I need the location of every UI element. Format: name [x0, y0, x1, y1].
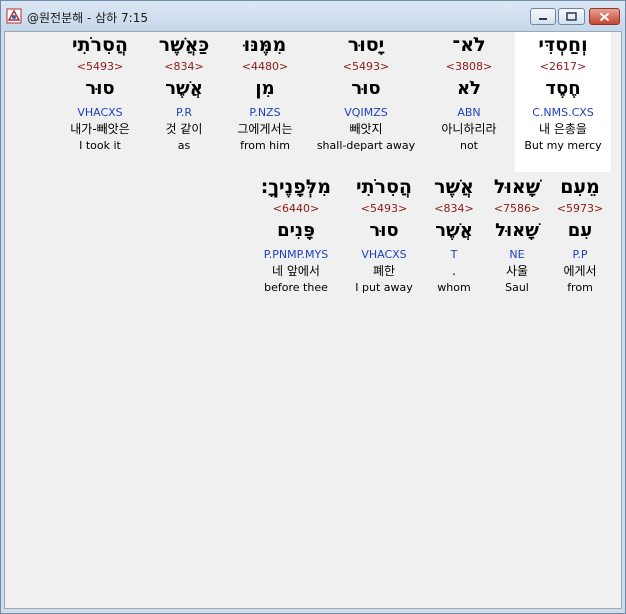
- korean-gloss: 내가-빼앗은: [70, 122, 130, 136]
- main-window: @원전분해 - 삼하 7:15 הֲסִרֹתִי <5493> סוּר VH…: [0, 0, 626, 614]
- english-gloss: I put away: [355, 281, 413, 294]
- strong-number[interactable]: <5493>: [64, 59, 136, 74]
- hebrew-word: מֵעִם: [560, 176, 600, 198]
- app-icon: [6, 8, 22, 24]
- korean-gloss: .: [452, 264, 456, 278]
- morphology-code: T: [450, 248, 458, 261]
- morphology-code: VQIMZS: [344, 106, 388, 119]
- english-gloss: shall-depart away: [316, 139, 416, 152]
- close-icon: [599, 12, 610, 21]
- word-cell[interactable]: אֲשֶׁר <834> אֲשֶׁר T . whom: [427, 174, 481, 296]
- morphology-code: P.NZS: [249, 106, 281, 119]
- window-title: @원전분해 - 삼하 7:15: [27, 11, 148, 25]
- lemma: אֲשֶׁר: [435, 220, 473, 241]
- minimize-button[interactable]: [530, 8, 556, 25]
- strong-number[interactable]: <6440>: [251, 201, 341, 216]
- close-button[interactable]: [589, 8, 620, 25]
- strong-number[interactable]: <5973>: [553, 201, 607, 216]
- korean-gloss: 그에게서는: [237, 122, 293, 136]
- lemma: עִם: [567, 220, 593, 241]
- hebrew-word: הֲסִרֹתִי: [72, 34, 128, 56]
- morphology-code: C.NMS.CXS: [532, 106, 594, 119]
- word-cell-selected[interactable]: וְחַסְדִּי <2617> חֶסֶד C.NMS.CXS 내 은총을 …: [515, 32, 611, 172]
- word-cell[interactable]: שָׁאוּל <7586> שָׁאוּל NE 사울 Saul: [487, 174, 547, 296]
- word-cell[interactable]: מִמֶּנּוּ <4480> מִן P.NZS 그에게서는 from hi…: [227, 32, 303, 154]
- hebrew-word: שָׁאוּל: [493, 176, 541, 198]
- english-gloss: Saul: [505, 281, 529, 294]
- word-cell[interactable]: הֲסִרֹתִי <5493> סוּר VHACXS 내가-빼앗은 I to…: [64, 32, 136, 154]
- korean-gloss: 내 은총을: [539, 122, 587, 136]
- lemma: אֲשֶׁר: [165, 78, 203, 99]
- lemma: סוּר: [85, 78, 115, 99]
- strong-number[interactable]: <834>: [149, 59, 219, 74]
- morphology-code: VHACXS: [361, 248, 407, 261]
- korean-gloss: 것 같이: [165, 122, 203, 136]
- korean-gloss: 네 앞에서: [272, 264, 320, 278]
- lemma: חֶסֶד: [545, 78, 581, 99]
- korean-gloss: 사울: [505, 264, 529, 278]
- hebrew-word: לֹא־: [452, 34, 486, 56]
- hebrew-word: הֲסִרֹתִי: [356, 176, 412, 198]
- hebrew-word: מִמֶּנּוּ: [243, 34, 287, 56]
- word-cell[interactable]: מִלְּפָנֶיךָ׃ <6440> פָּנִים P.PNMP.MYS …: [251, 174, 341, 296]
- strong-number[interactable]: <5493>: [349, 201, 419, 216]
- word-cell[interactable]: כַּאֲשֶׁר <834> אֲשֶׁר P.R 것 같이 as: [149, 32, 219, 154]
- lemma: פָּנִים: [277, 220, 315, 241]
- morphology-code: P.PNMP.MYS: [263, 248, 329, 261]
- english-gloss: whom: [437, 281, 471, 294]
- lemma: סוּר: [351, 78, 381, 99]
- lemma: לֹא: [457, 78, 481, 99]
- maximize-button[interactable]: [558, 8, 585, 25]
- korean-gloss: 빼앗지: [349, 122, 383, 136]
- korean-gloss: 폐한: [372, 264, 396, 278]
- english-gloss: from: [567, 281, 593, 294]
- hebrew-word: וְחַסְדִּי: [538, 34, 588, 56]
- english-gloss: But my mercy: [524, 139, 602, 152]
- hebrew-word: כַּאֲשֶׁר: [158, 34, 210, 56]
- lemma: סוּר: [369, 220, 399, 241]
- hebrew-word: יָסוּר: [347, 34, 385, 56]
- lemma: שָׁאוּל: [495, 220, 539, 241]
- english-gloss: I took it: [79, 139, 121, 152]
- korean-gloss: 아니하리라: [441, 122, 497, 136]
- title-bar[interactable]: @원전분해 - 삼하 7:15: [1, 1, 625, 31]
- strong-number[interactable]: <7586>: [487, 201, 547, 216]
- minimize-icon: [539, 17, 547, 20]
- morphology-code: NE: [509, 248, 525, 261]
- morphology-code: VHACXS: [77, 106, 123, 119]
- word-cell[interactable]: יָסוּר <5493> סוּר VQIMZS 빼앗지 shall-depa…: [311, 32, 421, 154]
- lemma: מִן: [255, 78, 275, 99]
- english-gloss: as: [177, 139, 191, 152]
- analysis-view: הֲסִרֹתִי <5493> סוּר VHACXS 내가-빼앗은 I to…: [4, 31, 622, 609]
- english-gloss: from him: [240, 139, 290, 152]
- english-gloss: not: [459, 139, 478, 152]
- word-cell[interactable]: הֲסִרֹתִי <5493> סוּר VHACXS 폐한 I put aw…: [349, 174, 419, 296]
- hebrew-word: אֲשֶׁר: [434, 176, 474, 198]
- word-cell[interactable]: מֵעִם <5973> עִם P.P 에게서 from: [553, 174, 607, 296]
- hebrew-word: מִלְּפָנֶיךָ׃: [261, 176, 331, 198]
- maximize-icon: [566, 12, 577, 21]
- strong-number[interactable]: <2617>: [515, 59, 611, 74]
- strong-number[interactable]: <834>: [427, 201, 481, 216]
- korean-gloss: 에게서: [563, 264, 597, 278]
- morphology-code: ABN: [457, 106, 481, 119]
- english-gloss: before thee: [264, 281, 328, 294]
- morphology-code: P.P: [572, 248, 588, 261]
- strong-number[interactable]: <3808>: [429, 59, 509, 74]
- word-cell[interactable]: לֹא־ <3808> לֹא ABN 아니하리라 not: [429, 32, 509, 154]
- strong-number[interactable]: <4480>: [227, 59, 303, 74]
- morphology-code: P.R: [175, 106, 193, 119]
- strong-number[interactable]: <5493>: [311, 59, 421, 74]
